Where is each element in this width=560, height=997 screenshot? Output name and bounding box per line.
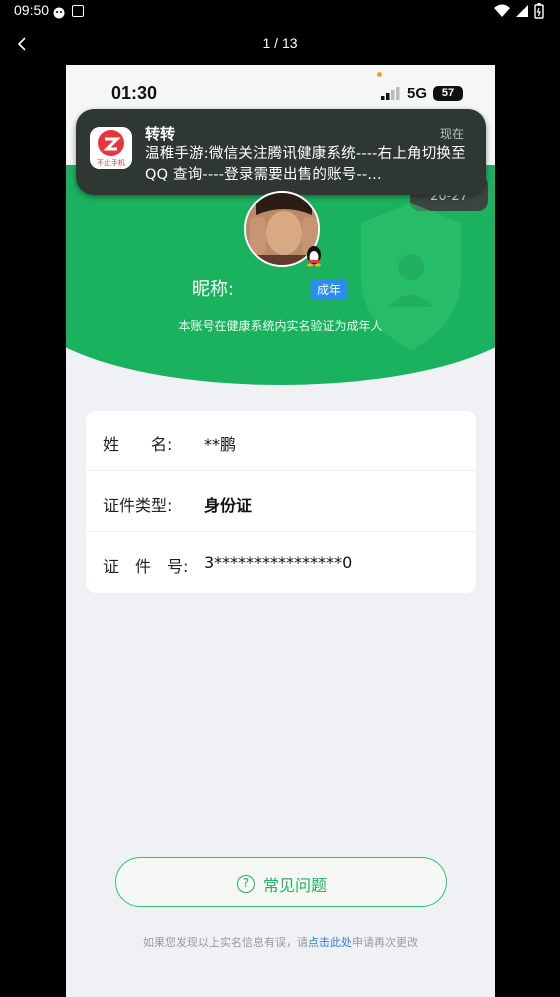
info-value: **鹏 [204, 435, 237, 454]
click-here-link[interactable]: 点击此处 [308, 936, 352, 949]
info-value: 3****************0 [204, 553, 353, 572]
tip-text-after: 申请再次更改 [352, 936, 418, 949]
network-type: 5G [406, 85, 427, 102]
notification-body: 温稚手游:微信关注腾讯健康系统----右上角切换至 QQ 查询----登录需要出… [145, 146, 466, 183]
verification-description: 本账号在健康系统内实名验证为成年人 [178, 319, 383, 333]
info-label: 证 件 号: [103, 557, 189, 576]
ios-status-right: 5G 57 [380, 85, 463, 102]
notification-app-name: 转转 [145, 125, 176, 143]
back-arrow-icon[interactable] [13, 34, 33, 54]
android-status-bar: 09:50 [0, 0, 560, 24]
info-row-id-type: 证件类型: 身份证 [86, 472, 476, 532]
screenshot-image: 01:30 5G 57 20-27 不止手机 转转 现在 温稚手游:微信关注腾讯… [66, 65, 495, 997]
qq-penguin-icon [307, 246, 321, 267]
zhuanzhuan-app-icon: 不止手机 [90, 127, 132, 169]
wifi-icon [494, 4, 510, 17]
question-icon: ? [236, 875, 255, 893]
notification-time: 现在 [439, 127, 464, 141]
adult-badge: 成年 [311, 279, 348, 300]
app-icon-label: 不止手机 [97, 158, 125, 167]
tip-text-before: 如果您发现以上实名信息有误，请 [143, 936, 308, 949]
identity-info-card: 姓 名: **鹏 证件类型: 身份证 证 件 号: 3*************… [86, 411, 476, 593]
info-row-name: 姓 名: **鹏 [86, 411, 476, 471]
ios-time: 01:30 [111, 83, 158, 103]
push-notification[interactable]: 不止手机 转转 现在 温稚手游:微信关注腾讯健康系统----右上角切换至 QQ … [76, 109, 486, 195]
image-counter: 1 / 13 [262, 35, 298, 51]
correction-tip: 如果您发现以上实名信息有误，请点击此处申请再次更改 [66, 934, 495, 950]
battery-icon [534, 3, 544, 19]
nickname-label: 昵称: [192, 279, 235, 300]
cellular-icon [516, 5, 528, 17]
status-right-icons [494, 3, 544, 19]
info-label: 证件类型: [103, 496, 173, 515]
privacy-indicator-dot [377, 72, 382, 77]
status-time: 09:50 [14, 2, 50, 18]
font-a-icon [72, 5, 84, 17]
info-label: 姓 名: [103, 435, 173, 454]
signal-bars-icon [380, 87, 400, 100]
app-notification-icon [53, 7, 65, 19]
faq-label: 常见问题 [262, 876, 327, 895]
ios-battery: 57 [433, 86, 463, 101]
info-row-id-number: 证 件 号: 3****************0 [86, 533, 476, 593]
info-value: 身份证 [204, 496, 253, 515]
faq-button[interactable]: ? 常见问题 [115, 857, 447, 907]
